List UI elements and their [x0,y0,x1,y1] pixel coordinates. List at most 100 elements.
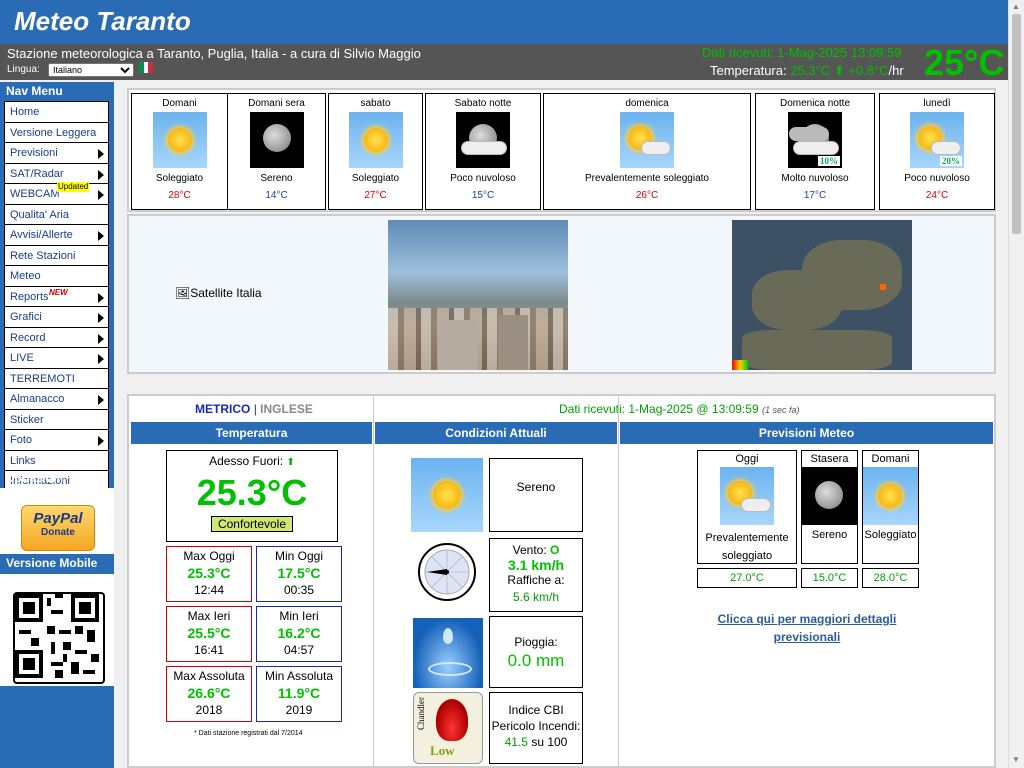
forecast-period[interactable]: lunedì 20% Poco nuvoloso 24°C [879,93,995,210]
nav-item-sticker[interactable]: Sticker [5,410,108,430]
forecast-tomorrow-temp: 28.0°C [862,568,919,588]
language-label: Lingua: [7,64,40,75]
qr-code-icon[interactable] [13,592,105,684]
now-label: Adesso Fuori: [209,454,284,468]
nav-item-almanacco[interactable]: Almanacco [5,389,108,410]
received-timestamp: Dati ricevuti: 1-Mag-2025 @ 13:09:59 (1 … [559,402,800,416]
submenu-arrow-icon [98,313,104,323]
nav-item-links[interactable]: Links [5,451,108,471]
forecast-period[interactable]: domenica Prevalentemente soleggiato 26°C [543,93,751,210]
nav-item-home[interactable]: Home [5,102,108,123]
english-link[interactable]: INGLESE [260,402,313,416]
sun-icon [152,112,207,168]
forecast-today[interactable]: Oggi Prevalentemente soleggiato [697,450,797,564]
nav-item-versione-leggera[interactable]: Versione Leggera [5,123,108,143]
forecast-today-temp: 27.0°C [697,568,797,588]
forecast-temp: 26°C [635,190,659,201]
nav-item-reports[interactable]: Reports NEW [5,287,108,307]
forecast-period[interactable]: Sabato notte Poco nuvoloso 15°C [425,93,541,210]
station-bar: Stazione meteorologica a Taranto, Puglia… [0,44,1008,80]
forecast-day-label: Domenica notte [779,98,851,109]
submenu-arrow-icon [98,292,104,303]
wind-direction: O [550,543,560,557]
forecast-condition: Soleggiato [351,173,400,184]
nav-item-sat-radar[interactable]: SAT/Radar [5,164,108,184]
moon-cloud-icon: 10% [788,112,842,168]
temp-record-box: Min Ieri 16.2°C 04:57 [256,606,342,662]
site-title[interactable]: Meteo Taranto [14,6,191,37]
italy-flag-icon [139,62,154,73]
forecast-day-label: domenica [625,98,669,109]
language-select[interactable]: Italiano [48,63,134,77]
wind-box: Vento: O 3.1 km/h Raffiche a: 5.6 km/h [489,538,583,612]
forecast-temp: 24°C [925,190,949,201]
rain-value: 0.0 mm [507,651,565,670]
forecast-day-label: sabato [360,98,391,109]
forecast-condition: Poco nuvoloso [904,173,970,184]
rain-box: Pioggia: 0.0 mm [489,616,583,688]
forecast-condition: Prevalentemente soleggiato [585,173,709,184]
webcam-image[interactable] [388,220,568,370]
comfort-badge: Confortevole [210,516,294,532]
forecast-temp: 14°C [265,190,288,201]
sun-icon [348,112,403,168]
forecast-day-label: Domani [162,98,197,109]
forecast-tonight[interactable]: Stasera Sereno [801,450,858,564]
metric-link[interactable]: METRICO [195,402,250,416]
nav-item-avvisi-allerte[interactable]: Avvisi/Allerte [5,225,108,246]
nav-item-record[interactable]: Record [5,328,108,348]
forecast-period[interactable]: sabato Soleggiato 27°C [328,93,423,210]
partly-sunny-icon [720,467,774,525]
forecast-temp: 15°C [471,190,495,201]
forecast-period[interactable]: Domani sera Sereno 14°C [227,93,326,210]
received-header: Dati ricevuti: 1-Mag-2025 13:09:59 [702,45,902,60]
scroll-thumb[interactable] [1012,14,1021,234]
nav-item-live[interactable]: LIVE [5,348,108,369]
temp-record-box: Max Oggi 25.3°C 12:44 [166,546,252,602]
forecast-condition: Sereno [260,173,293,184]
data-note: * Dati stazione registrati dal 7/2014 [194,730,303,737]
nav-badge: Updated [57,182,90,192]
station-description: Stazione meteorologica a Taranto, Puglia… [7,46,421,61]
nav-item-previsioni[interactable]: Previsioni [5,143,108,164]
forecast-temp: 28°C [168,190,191,201]
fire-danger-icon: Chandler Low [413,692,485,764]
scrollbar[interactable]: ▲ ▼ [1008,0,1024,768]
submenu-arrow-icon [98,169,104,180]
forecast-day-label: Sabato notte [454,98,512,109]
submenu-arrow-icon [98,333,104,344]
temperature-header-bar: Temperatura [131,422,372,444]
rising-arrow-icon: ⬆ [286,457,295,468]
forecast-period[interactable]: Domani Soleggiato 28°C [131,93,228,210]
nav-item-grafici[interactable]: Grafici [5,307,108,328]
satellite-image[interactable]: 🖼Satellite Italia [175,286,262,300]
conditions-header-bar: Condizioni Attuali [375,422,617,444]
more-forecast-link[interactable]: Clicca qui per maggiori dettagli previsi… [699,610,915,646]
scroll-down-icon[interactable]: ▼ [1012,755,1020,764]
nav-item-qualita-aria[interactable]: Qualita' Aria [5,205,108,225]
temp-record-box: Min Oggi 17.5°C 00:35 [256,546,342,602]
moon-cloud-icon [456,112,510,168]
nav-badge: NEW [49,287,68,297]
forecast-tomorrow[interactable]: Domani Soleggiato [862,450,919,564]
nav-item-rete-stazioni[interactable]: Rete Stazioni [5,246,108,266]
forecast-period[interactable]: Domenica notte 10% Molto nuvoloso 17°C [755,93,875,210]
submenu-arrow-icon [98,149,104,159]
donations-title: Donazioni [6,471,64,485]
mobile-version-title: Versione Mobile [6,556,98,570]
nav-item-webcam[interactable]: WEBCAM Updated [5,182,108,205]
paypal-donate-button[interactable]: PayPal Donate [21,505,95,551]
nav-menu-title: Nav Menu [6,84,63,98]
forecast-condition: Poco nuvoloso [450,173,516,184]
temp-record-box: Max Ieri 25.5°C 16:41 [166,606,252,662]
temp-record-box: Min Assoluta 11.9°C 2019 [256,666,342,722]
scroll-up-icon[interactable]: ▲ [1012,2,1020,11]
submenu-arrow-icon [98,354,104,364]
current-conditions-panel: METRICO | INGLESE Dati ricevuti: 1-Mag-2… [127,394,996,768]
nav-item-foto[interactable]: Foto [5,430,108,451]
site-header: Meteo Taranto [0,0,1008,44]
sunny-icon [411,458,483,532]
forecast-header-bar: Previsioni Meteo [620,422,993,444]
nav-item-terremoti[interactable]: TERREMOTI [5,369,108,389]
radar-map-image[interactable] [732,220,912,370]
